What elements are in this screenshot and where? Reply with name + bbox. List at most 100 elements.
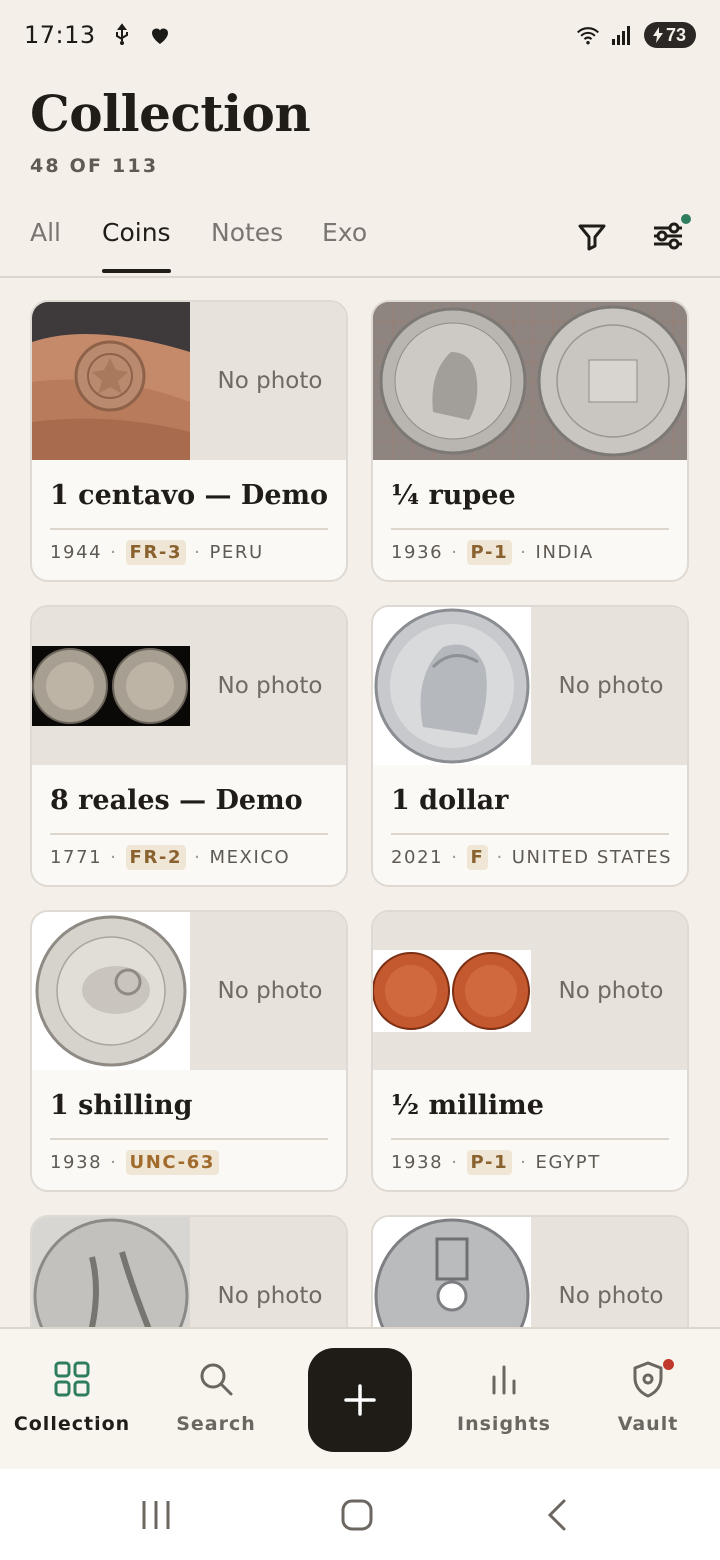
coin-name: ¼ rupee	[391, 480, 516, 511]
no-photo-placeholder: No photo	[558, 978, 664, 1004]
coin-name: 1 centavo — Demo	[50, 480, 329, 511]
nav-label: Collection	[13, 1413, 131, 1435]
coin-card[interactable]: No photo 1 dollar 2021 · F · UNITED STAT…	[371, 605, 689, 887]
collection-count: 48 OF 113	[30, 155, 159, 177]
coin-card[interactable]: No photo	[30, 1215, 348, 1327]
coin-name: 1 dollar	[391, 785, 509, 816]
nav-insights[interactable]: Insights	[434, 1359, 574, 1435]
card-divider	[50, 528, 328, 530]
card-divider	[50, 1138, 328, 1140]
coin-grid: No photo 1 centavo — Demo 1944 · FR-3 · …	[30, 300, 690, 1327]
coin-country: EGYPT	[535, 1152, 601, 1173]
card-media: No photo	[32, 912, 346, 1070]
coin-meta: 2021 · F · UNITED STATES	[391, 845, 673, 870]
tab-coins[interactable]: Coins	[102, 218, 171, 273]
coin-photo	[32, 912, 190, 1070]
battery-level: 73	[666, 24, 687, 45]
plus-icon	[344, 1384, 376, 1416]
tab-notes[interactable]: Notes	[211, 218, 283, 269]
coin-meta: 1771 · FR-2 · MEXICO	[50, 845, 291, 870]
card-media: No photo	[373, 912, 687, 1070]
no-photo-placeholder: No photo	[217, 673, 323, 699]
grade-badge: FR-3	[125, 540, 187, 565]
coin-country: PERU	[209, 542, 264, 563]
coin-year: 1938	[50, 1152, 103, 1173]
category-tabs: All Coins Notes Exo	[0, 200, 720, 278]
grade-badge: FR-2	[125, 845, 187, 870]
no-photo-placeholder: No photo	[558, 1283, 664, 1309]
coin-country: INDIA	[535, 542, 594, 563]
grade-badge: F	[466, 845, 489, 870]
coin-card[interactable]: No photo 1 centavo — Demo 1944 · FR-3 · …	[30, 300, 348, 582]
coin-photo	[32, 607, 190, 765]
coin-year: 1938	[391, 1152, 444, 1173]
no-photo-placeholder: No photo	[217, 1283, 323, 1309]
coin-card[interactable]: No photo	[371, 1215, 689, 1327]
tab-exo[interactable]: Exo	[322, 218, 367, 269]
coin-name: 1 shilling	[50, 1090, 193, 1121]
add-item-button[interactable]	[308, 1348, 412, 1452]
no-photo-placeholder: No photo	[217, 368, 323, 394]
card-media	[373, 302, 687, 460]
nav-collection[interactable]: Collection	[2, 1359, 142, 1435]
grid-icon	[54, 1361, 90, 1397]
shield-icon	[633, 1361, 663, 1398]
battery-icon: 73	[644, 22, 696, 48]
nav-label: Search	[176, 1413, 256, 1435]
card-media: No photo	[373, 1217, 687, 1327]
home-icon[interactable]	[337, 1495, 377, 1535]
coin-country: MEXICO	[209, 847, 291, 868]
nav-search[interactable]: Search	[146, 1359, 286, 1435]
coin-meta: 1938 · P-1 · EGYPT	[391, 1150, 601, 1175]
card-media: No photo	[32, 607, 346, 765]
coin-meta: 1938 · UNC-63	[50, 1150, 219, 1175]
no-photo-placeholder: No photo	[558, 673, 664, 699]
filter-icon[interactable]	[572, 216, 612, 256]
coin-card[interactable]: No photo 8 reales — Demo 1771 · FR-2 · M…	[30, 605, 348, 887]
heart-icon	[151, 28, 168, 44]
card-divider	[50, 833, 328, 835]
coin-card[interactable]: No photo 1 shilling 1938 · UNC-63	[30, 910, 348, 1192]
coin-card[interactable]: ¼ rupee 1936 · P-1 · INDIA	[371, 300, 689, 582]
coin-meta: 1936 · P-1 · INDIA	[391, 540, 594, 565]
card-divider	[391, 833, 669, 835]
grade-badge: P-1	[466, 1150, 513, 1175]
system-navigation-bar	[0, 1469, 720, 1560]
status-time: 17:13	[24, 21, 96, 49]
vault-notification-dot	[663, 1359, 674, 1370]
back-icon[interactable]	[538, 1495, 578, 1535]
coin-country: UNITED STATES	[511, 847, 673, 868]
wifi-icon	[576, 27, 600, 45]
card-media: No photo	[32, 1217, 346, 1327]
card-media: No photo	[373, 607, 687, 765]
sort-notification-dot	[681, 214, 691, 224]
card-divider	[391, 528, 669, 530]
no-photo-placeholder: No photo	[217, 978, 323, 1004]
coin-photo	[373, 607, 531, 765]
grade-badge: P-1	[466, 540, 513, 565]
coin-year: 2021	[391, 847, 444, 868]
nav-vault[interactable]: Vault	[578, 1359, 718, 1435]
status-bar: 17:13 73	[0, 0, 720, 70]
signal-icon	[612, 26, 630, 45]
bottom-navigation: Collection Search Insights Vault	[0, 1327, 720, 1469]
bar-chart-icon	[492, 1365, 516, 1395]
page-header: Collection 48 OF 113	[30, 84, 311, 177]
coin-photo	[32, 302, 190, 460]
recents-icon[interactable]	[136, 1495, 176, 1535]
search-icon	[200, 1363, 233, 1396]
grade-badge: UNC-63	[125, 1150, 219, 1175]
coin-photo	[373, 912, 531, 1070]
nav-label: Vault	[617, 1413, 679, 1435]
card-media: No photo	[32, 302, 346, 460]
coin-photo	[32, 1217, 190, 1327]
nav-label: Insights	[457, 1413, 551, 1435]
coin-card[interactable]: No photo ½ millime 1938 · P-1 · EGYPT	[371, 910, 689, 1192]
coin-year: 1944	[50, 542, 103, 563]
tab-all[interactable]: All	[30, 218, 61, 269]
coin-year: 1771	[50, 847, 103, 868]
coin-year: 1936	[391, 542, 444, 563]
usb-icon	[115, 23, 128, 45]
coin-photo	[373, 1217, 531, 1327]
coin-meta: 1944 · FR-3 · PERU	[50, 540, 264, 565]
